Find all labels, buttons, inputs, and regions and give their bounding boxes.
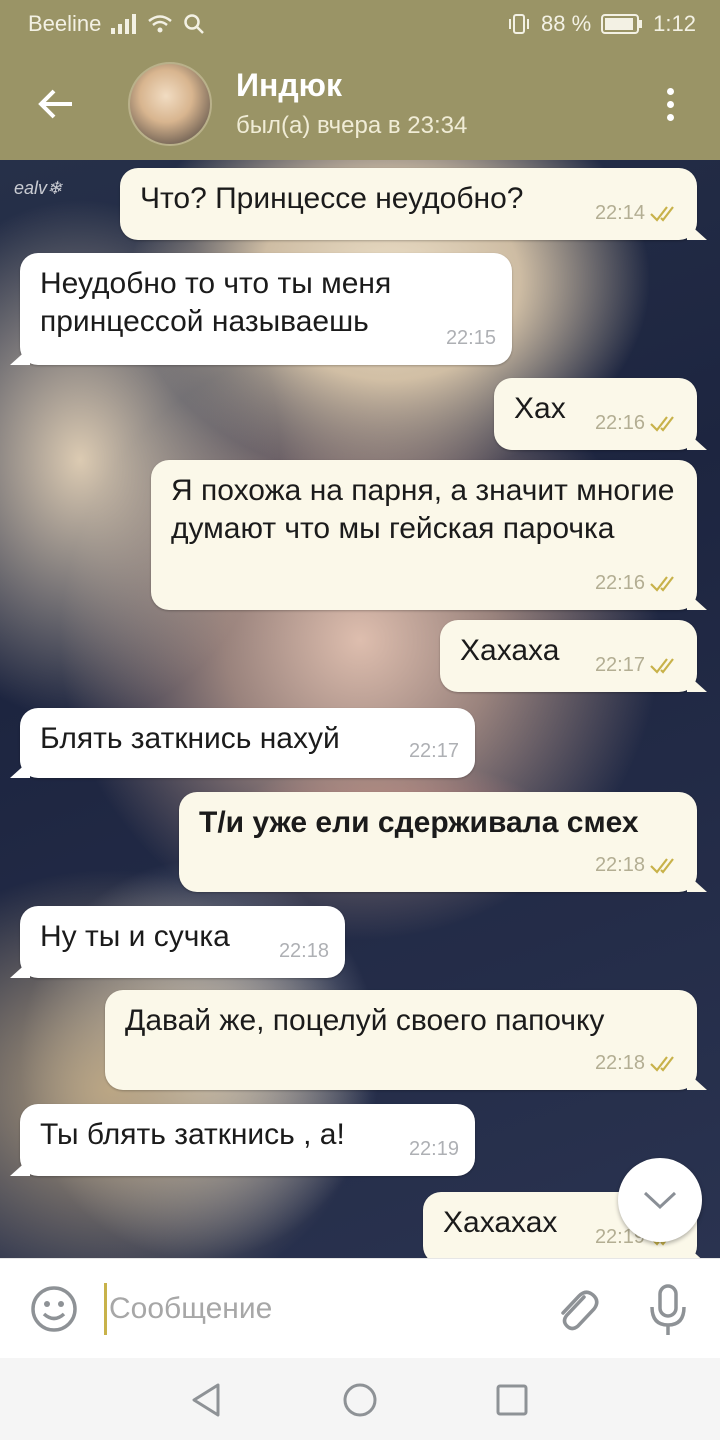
message-bubble-outgoing[interactable]: Хах 22:16 — [494, 378, 697, 450]
message-text: Блять заткнись нахуй — [40, 722, 340, 755]
chat-header: Индюк был(а) вчера в 23:34 — [0, 48, 720, 160]
message-list[interactable]: ealv❄ Что? Принцессе неудобно? 22:14 Неу… — [0, 160, 720, 1258]
double-check-icon — [650, 416, 674, 432]
double-check-icon — [650, 658, 674, 674]
more-dot-icon — [666, 113, 674, 121]
clock: 1:12 — [653, 11, 696, 36]
message-composer: Сообщение — [0, 1258, 720, 1358]
message-bubble-outgoing[interactable]: Я похожа на парня, а значит многие думаю… — [151, 460, 697, 610]
message-text: Ну ты и сучка — [40, 920, 230, 953]
message-time: 22:17 — [594, 654, 645, 676]
microphone-icon[interactable] — [646, 1283, 690, 1337]
chat-title-block[interactable]: Индюк был(а) вчера в 23:34 — [236, 65, 467, 143]
wifi-icon — [148, 15, 173, 33]
search-icon — [184, 14, 205, 34]
back-triangle-icon[interactable] — [186, 1380, 226, 1420]
double-check-icon — [650, 1056, 674, 1072]
message-time: 22:17 — [408, 740, 459, 762]
back-button[interactable] — [16, 64, 96, 144]
message-input-placeholder: Сообщение — [109, 1292, 273, 1325]
status-bar: Beeline 88 % 1:12 — [0, 0, 720, 48]
message-text: Что? Принцессе неудобно? — [140, 182, 524, 215]
more-dot-icon — [666, 87, 674, 95]
chat-title: Индюк — [236, 67, 342, 103]
message-text: Неудобно то что ты меня принцессой назыв… — [40, 267, 392, 338]
signal-icon — [111, 14, 137, 34]
wallpaper-watermark: ealv❄ — [14, 178, 63, 198]
message-time: 22:16 — [594, 572, 645, 594]
more-dot-icon — [666, 100, 674, 108]
double-check-icon — [650, 206, 674, 222]
double-check-icon — [650, 576, 674, 592]
message-bubble-incoming[interactable]: Ты блять заткнись , а! 22:19 — [20, 1104, 475, 1176]
battery-percent: 88 % — [541, 11, 592, 36]
message-text: Я похожа на парня, а значит многие думаю… — [171, 474, 675, 545]
arrow-left-icon — [38, 89, 72, 119]
double-check-icon — [650, 858, 674, 874]
message-bubble-outgoing[interactable]: Давай же, поцелуй своего папочку 22:18 — [105, 990, 697, 1090]
message-bubble-outgoing[interactable]: Что? Принцессе неудобно? 22:14 — [120, 168, 697, 240]
paperclip-icon[interactable] — [554, 1285, 600, 1335]
scroll-to-bottom-button[interactable] — [618, 1158, 702, 1242]
message-time: 22:16 — [594, 412, 645, 434]
message-bubble-outgoing[interactable]: Т/и уже ели сдерживала смех 22:18 — [179, 792, 697, 892]
message-time: 22:15 — [445, 327, 496, 349]
message-text: Ты блять заткнись , а! — [40, 1118, 345, 1151]
last-seen-status: был(а) вчера в 23:34 — [236, 112, 468, 139]
recents-square-icon[interactable] — [492, 1380, 532, 1420]
home-circle-icon[interactable] — [340, 1380, 380, 1420]
message-bubble-incoming[interactable]: Блять заткнись нахуй 22:17 — [20, 708, 475, 778]
avatar[interactable] — [128, 62, 212, 146]
message-bubble-outgoing[interactable]: Хахаха 22:17 — [440, 620, 697, 692]
chevron-down-icon — [643, 1191, 677, 1210]
message-time: 22:19 — [408, 1138, 459, 1160]
battery-icon — [601, 14, 643, 34]
vibrate-icon — [509, 14, 530, 34]
message-time: 22:18 — [594, 1052, 645, 1074]
more-menu-button[interactable] — [650, 84, 690, 124]
message-time: 22:18 — [278, 940, 329, 962]
message-time: 22:18 — [594, 854, 645, 876]
message-bubble-incoming[interactable]: Неудобно то что ты меня принцессой назыв… — [20, 253, 512, 365]
message-text: Хахахах — [443, 1206, 558, 1239]
message-text: Хах — [514, 392, 566, 425]
message-time: 22:14 — [594, 202, 645, 224]
message-input[interactable]: Сообщение — [104, 1283, 524, 1335]
emoji-icon[interactable] — [28, 1283, 80, 1335]
message-text: Т/и уже ели сдерживала смех — [199, 806, 639, 839]
message-text: Давай же, поцелуй своего папочку — [125, 1004, 605, 1037]
message-bubble-incoming[interactable]: Ну ты и сучка 22:18 — [20, 906, 345, 978]
message-text: Хахаха — [460, 634, 560, 667]
system-navigation-bar — [0, 1358, 720, 1440]
carrier-label: Beeline — [28, 11, 102, 36]
